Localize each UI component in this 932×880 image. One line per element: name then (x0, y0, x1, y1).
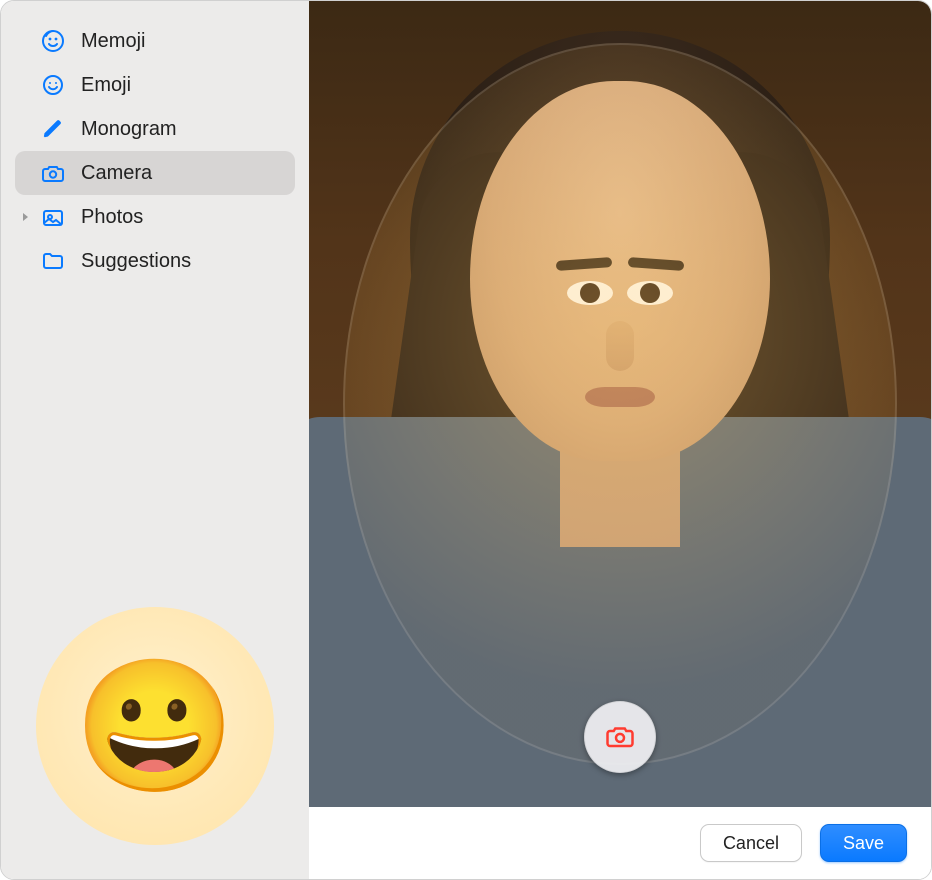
sidebar-item-label: Monogram (81, 118, 177, 141)
camera-preview-image (309, 1, 931, 807)
cancel-button[interactable]: Cancel (700, 824, 802, 862)
folder-icon (39, 247, 67, 275)
sidebar-item-label: Emoji (81, 74, 131, 97)
sidebar-item-suggestions[interactable]: Suggestions (15, 239, 295, 283)
chevron-right-icon[interactable] (19, 210, 33, 224)
source-list: Memoji Emoji Monogram Camera (15, 19, 295, 283)
sidebar-item-emoji[interactable]: Emoji (15, 63, 295, 107)
capture-button[interactable] (584, 701, 656, 773)
sidebar-item-memoji[interactable]: Memoji (15, 19, 295, 63)
profile-picture-picker: Memoji Emoji Monogram Camera (0, 0, 932, 880)
current-avatar-preview: 😀 (15, 607, 295, 849)
sidebar-item-monogram[interactable]: Monogram (15, 107, 295, 151)
source-sidebar: Memoji Emoji Monogram Camera (1, 1, 309, 879)
avatar-emoji: 😀 (74, 661, 236, 791)
camera-viewport (309, 1, 931, 807)
sidebar-item-label: Suggestions (81, 250, 191, 273)
main-pane: Cancel Save (309, 1, 931, 879)
sidebar-item-label: Camera (81, 162, 152, 185)
sidebar-item-label: Photos (81, 206, 143, 229)
camera-icon (39, 159, 67, 187)
camera-capture-icon (605, 721, 635, 754)
photos-icon (39, 203, 67, 231)
memoji-face-icon (39, 27, 67, 55)
smile-icon (39, 71, 67, 99)
current-avatar: 😀 (36, 607, 274, 845)
sidebar-item-label: Memoji (81, 30, 145, 53)
pencil-icon (39, 115, 67, 143)
footer-bar: Cancel Save (309, 807, 931, 879)
sidebar-item-camera[interactable]: Camera (15, 151, 295, 195)
sidebar-item-photos[interactable]: Photos (15, 195, 295, 239)
save-button[interactable]: Save (820, 824, 907, 862)
